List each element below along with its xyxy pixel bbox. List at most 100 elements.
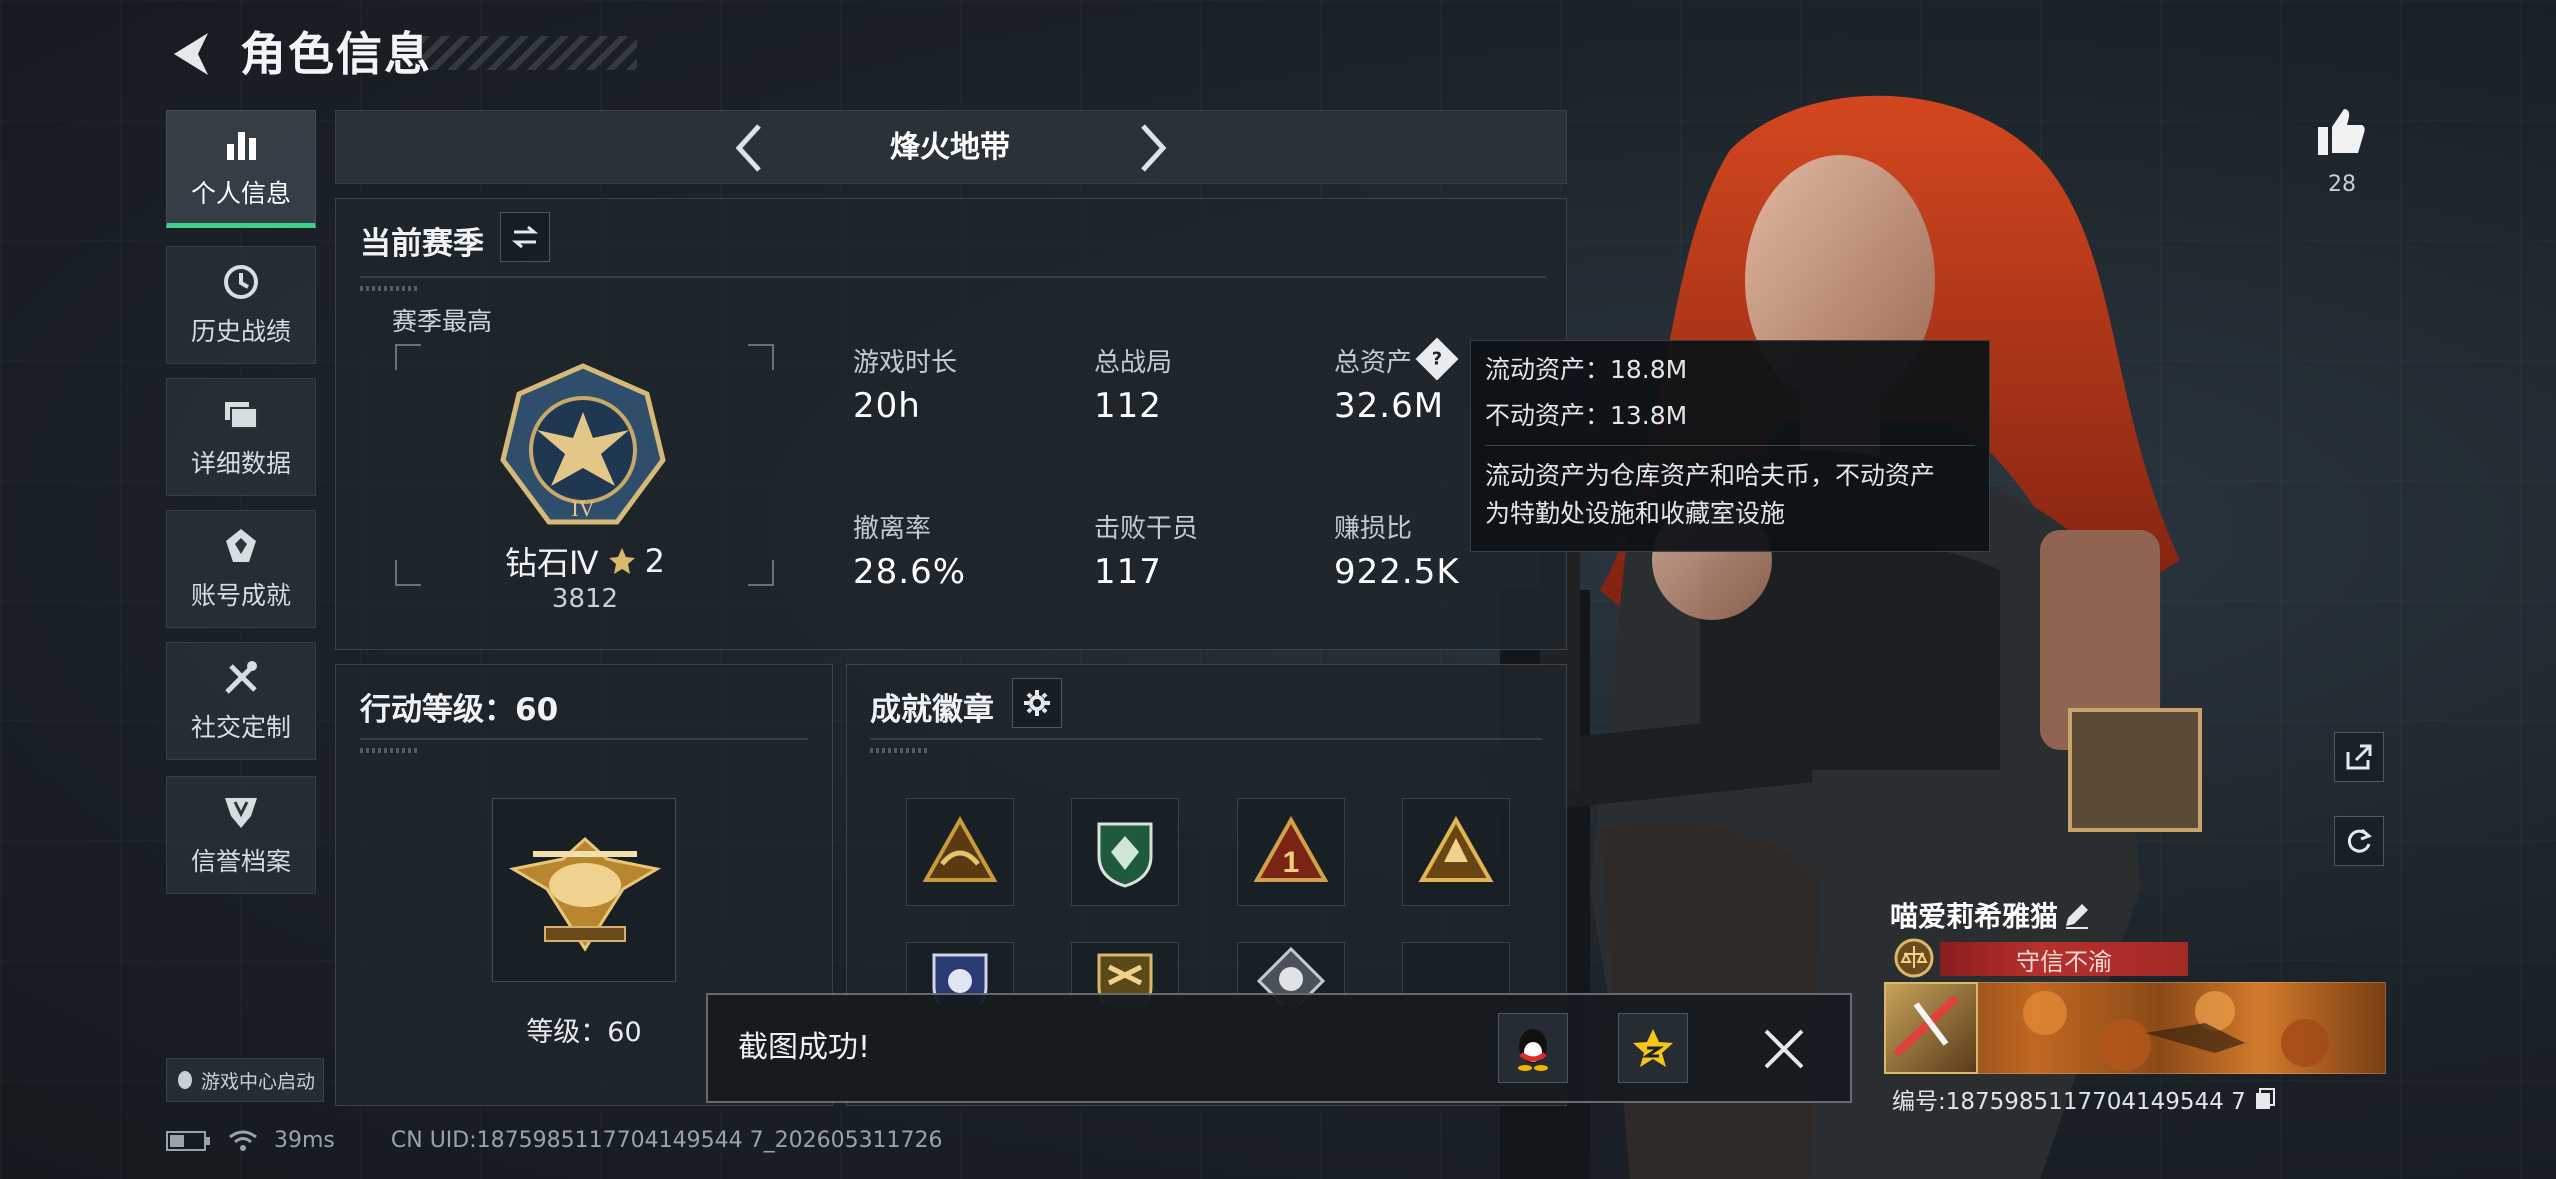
stat-label-total-assets: 总资产 bbox=[1334, 348, 1413, 378]
stat-label-profit-ratio: 赚损比 bbox=[1334, 514, 1413, 544]
toast-message: 截图成功! bbox=[738, 1030, 871, 1065]
badge-slot[interactable] bbox=[906, 798, 1014, 906]
level-divider bbox=[360, 738, 808, 740]
mode-prev-button[interactable] bbox=[718, 118, 778, 178]
close-icon bbox=[1764, 1029, 1804, 1069]
tooltip-fixed-assets: 不动资产：13.8M bbox=[1485, 401, 1688, 430]
sidebar-item-personal-info[interactable]: 个人信息 bbox=[166, 110, 316, 228]
badge-slot[interactable]: 1 bbox=[1237, 798, 1345, 906]
sidebar-item-history[interactable]: 历史战绩 bbox=[166, 246, 316, 364]
back-button[interactable] bbox=[160, 22, 220, 86]
stat-label-extraction-rate: 撤离率 bbox=[853, 514, 932, 544]
sidebar-item-achievements[interactable]: 账号成就 bbox=[166, 510, 316, 628]
uid-line: CN UID:1875985117704149544 7_20260531172… bbox=[390, 1128, 943, 1153]
level-heading: 行动等级：60 bbox=[360, 692, 559, 728]
motto-bar: 守信不渝 bbox=[1940, 942, 2188, 976]
shield-badge-icon bbox=[1097, 822, 1153, 888]
player-card-thumbnail[interactable] bbox=[1884, 982, 1978, 1074]
scales-icon bbox=[1894, 938, 1934, 978]
sidebar-item-credit[interactable]: 信誉档案 bbox=[166, 776, 316, 894]
rank-frame-corner bbox=[748, 344, 774, 370]
like-button[interactable] bbox=[2314, 104, 2370, 160]
ping-value: 39ms bbox=[274, 1128, 335, 1153]
sidebar-item-label: 历史战绩 bbox=[190, 317, 291, 346]
rank-frame-corner bbox=[395, 344, 421, 370]
mode-next-button[interactable] bbox=[1124, 118, 1184, 178]
triangle-badge-icon bbox=[922, 815, 998, 882]
season-heading: 当前赛季 bbox=[360, 226, 484, 262]
player-name: 喵爱莉希雅猫 bbox=[1890, 895, 2058, 935]
sidebar-item-social[interactable]: 社交定制 bbox=[166, 642, 316, 760]
badges-heading: 成就徽章 bbox=[870, 692, 994, 728]
rank-emblem-icon: IV bbox=[500, 363, 666, 525]
folder-icon bbox=[225, 402, 258, 429]
thumbs-up-icon bbox=[2318, 109, 2365, 155]
player-uid: 编号:1875985117704149544 7 bbox=[1892, 1082, 2276, 1116]
page-title: 角色信息 bbox=[240, 27, 432, 81]
edit-name-button[interactable] bbox=[2062, 900, 2092, 930]
sidebar-item-label: 社交定制 bbox=[190, 713, 291, 742]
stat-value-extraction-rate: 28.6% bbox=[853, 552, 967, 592]
rank-score: 3812 bbox=[551, 584, 619, 614]
status-bar: 39ms CN UID:1875985117704149544 7_202605… bbox=[166, 1128, 943, 1153]
wifi-icon bbox=[229, 1130, 257, 1151]
assets-tooltip: 流动资产：18.8M 不动资产：13.8M 流动资产为仓库资产和哈夫币，不动资产… bbox=[1470, 340, 1990, 552]
svg-text:1: 1 bbox=[1283, 846, 1300, 879]
tools-icon bbox=[225, 661, 257, 694]
level-label: 等级：60 bbox=[526, 1017, 642, 1048]
history-icon bbox=[224, 265, 258, 299]
svg-text:IV: IV bbox=[571, 496, 594, 521]
chevron-left-icon bbox=[735, 124, 761, 172]
rank-title: 钻石Ⅳ 2 bbox=[440, 538, 730, 584]
player-uid-text: 编号:1875985117704149544 7 bbox=[1892, 1089, 2246, 1115]
badges-settings-button[interactable] bbox=[1012, 678, 1062, 728]
rank-name: 钻石Ⅳ bbox=[505, 544, 599, 582]
sidebar-item-label: 账号成就 bbox=[190, 581, 291, 610]
battery-icon bbox=[166, 1130, 210, 1151]
copy-icon[interactable] bbox=[2254, 1087, 2276, 1111]
sidebar-item-detail-data[interactable]: 详细数据 bbox=[166, 378, 316, 496]
sidebar-item-label: 详细数据 bbox=[190, 449, 291, 478]
share-qq-button[interactable] bbox=[1498, 1013, 1568, 1083]
sidebar-item-label: 信誉档案 bbox=[190, 847, 291, 876]
star-icon bbox=[608, 548, 635, 574]
bar-chart-icon bbox=[227, 132, 256, 160]
achievement-icon bbox=[226, 529, 256, 562]
tooltip-desc-line2: 为特勤处设施和收藏室设施 bbox=[1485, 499, 1786, 528]
screenshot-toast: 截图成功! bbox=[706, 993, 1852, 1103]
season-stripe bbox=[360, 286, 420, 291]
badge-slot[interactable] bbox=[1402, 798, 1510, 906]
badges-divider bbox=[870, 738, 1542, 740]
rank-stars: 2 bbox=[644, 542, 665, 580]
tooltip-divider bbox=[1485, 445, 1975, 446]
season-divider bbox=[360, 276, 1546, 278]
qq-penguin-icon bbox=[1518, 1029, 1548, 1071]
question-icon: ? bbox=[1431, 348, 1443, 369]
toast-close-button[interactable] bbox=[1758, 1023, 1810, 1075]
level-stripe bbox=[360, 748, 420, 753]
tooltip-liquid-assets: 流动资产：18.8M bbox=[1485, 355, 1688, 384]
refresh-button[interactable] bbox=[2334, 816, 2384, 866]
stat-label-playtime: 游戏时长 bbox=[853, 348, 958, 378]
player-name-text: 喵爱莉希雅猫 bbox=[1890, 900, 2059, 933]
gear-icon bbox=[1024, 690, 1050, 716]
badge-slot[interactable] bbox=[1071, 798, 1179, 906]
pencil-icon bbox=[2066, 904, 2088, 929]
stat-value-total-matches: 112 bbox=[1094, 386, 1162, 426]
share-button[interactable] bbox=[2334, 732, 2384, 782]
back-arrow-icon bbox=[174, 33, 208, 75]
badges-stripe bbox=[870, 748, 930, 753]
swap-icon bbox=[511, 225, 539, 249]
stat-value-playtime: 20h bbox=[853, 386, 921, 426]
game-center-launch-button[interactable]: 游戏中心启动 bbox=[166, 1058, 324, 1102]
share-qzone-button[interactable] bbox=[1618, 1013, 1688, 1083]
stat-label-operators-defeated: 击败干员 bbox=[1094, 514, 1199, 544]
launch-label: 游戏中心启动 bbox=[200, 1070, 315, 1093]
rank-frame-corner bbox=[395, 560, 421, 586]
penguin-icon bbox=[177, 1071, 192, 1089]
weapon-skin-icon bbox=[1893, 995, 1959, 1057]
season-switch-button[interactable] bbox=[500, 212, 550, 262]
sidebar-item-label: 个人信息 bbox=[190, 179, 291, 208]
season-best-label: 赛季最高 bbox=[392, 307, 493, 336]
stat-label-total-matches: 总战局 bbox=[1094, 348, 1173, 378]
